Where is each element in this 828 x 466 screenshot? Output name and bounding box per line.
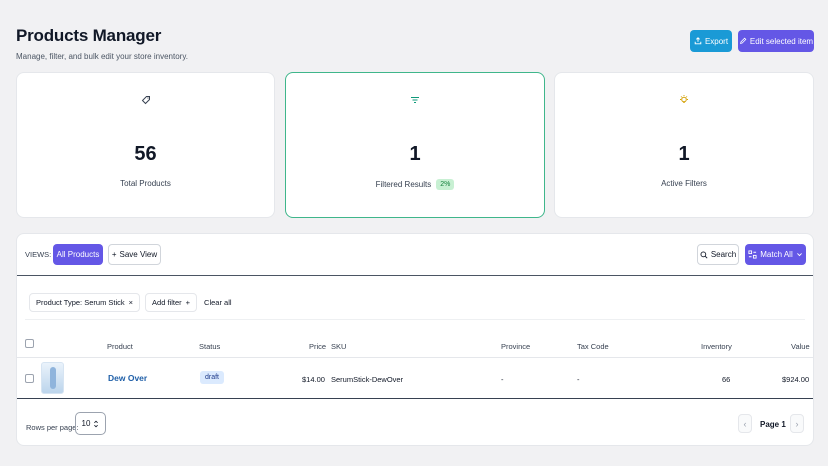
- tax-code-cell: -: [577, 375, 580, 384]
- value-cell: $924.00: [782, 375, 810, 384]
- active-filters-card: 1 Active Filters: [554, 72, 814, 218]
- total-products-label: Total Products: [120, 179, 171, 188]
- filter-chip[interactable]: Product Type: Serum Stick ×: [29, 293, 141, 312]
- table-row[interactable]: Dew Over draft $14.00 SerumStick-DewOver…: [17, 358, 813, 399]
- prev-page-button[interactable]: ‹: [738, 414, 752, 433]
- rows-per-page-value: 10: [81, 419, 91, 428]
- column-value[interactable]: Value: [791, 342, 810, 351]
- product-name-link[interactable]: Dew Over: [108, 373, 147, 383]
- chevron-down-icon: [796, 253, 802, 257]
- tag-icon: [141, 93, 151, 107]
- chevron-left-icon: ‹: [743, 418, 747, 429]
- plus-icon: +: [185, 298, 191, 307]
- lightbulb-icon: [678, 93, 690, 107]
- next-page-button[interactable]: ›: [790, 414, 804, 433]
- edit-selected-button[interactable]: Edit selected item: [738, 30, 814, 52]
- views-toolbar: VIEWS: All Products + Save View Search M…: [17, 234, 813, 276]
- save-view-label: Save View: [119, 250, 158, 259]
- active-filters-bar: Product Type: Serum Stick × Add filter +…: [29, 293, 232, 312]
- column-sku[interactable]: SKU: [331, 342, 346, 351]
- total-products-card: 56 Total Products: [16, 72, 275, 218]
- export-button[interactable]: Export: [690, 30, 732, 52]
- column-inventory[interactable]: Inventory: [701, 342, 732, 351]
- status-badge: draft: [200, 371, 225, 384]
- export-icon: [694, 37, 702, 45]
- filtered-results-card: 1 Filtered Results 2%: [285, 72, 545, 218]
- page-subtitle: Manage, filter, and bulk edit your store…: [16, 52, 188, 61]
- filter-lines-icon: [410, 93, 420, 107]
- sku-cell: SerumStick-DewOver: [331, 375, 404, 384]
- add-filter-label: Add filter: [152, 298, 182, 307]
- column-product[interactable]: Product: [107, 342, 133, 351]
- all-products-view-button[interactable]: All Products: [53, 244, 103, 265]
- match-all-dropdown[interactable]: Match All: [745, 244, 806, 265]
- row-checkbox[interactable]: [25, 374, 34, 383]
- filtered-results-value: 1: [409, 143, 421, 165]
- close-icon[interactable]: ×: [129, 298, 133, 307]
- product-thumbnail: [41, 362, 64, 394]
- page-title: Products Manager: [16, 26, 162, 45]
- table-header: Product Status Price SKU Province Tax Co…: [17, 334, 813, 358]
- views-label: VIEWS:: [25, 250, 52, 259]
- page-header: Products Manager Manage, filter, and bul…: [16, 26, 188, 61]
- plus-icon: +: [111, 250, 117, 259]
- all-products-label: All Products: [56, 250, 100, 259]
- search-label: Search: [710, 250, 737, 259]
- chevron-right-icon: ›: [795, 418, 799, 429]
- chevron-updown-icon: [94, 420, 99, 427]
- column-province[interactable]: Province: [501, 342, 530, 351]
- edit-selected-label: Edit selected item: [749, 36, 814, 46]
- rows-per-page-label: Rows per page:: [26, 423, 79, 432]
- total-products-value: 56: [134, 143, 157, 165]
- column-price[interactable]: Price: [309, 342, 326, 351]
- clear-all-link[interactable]: Clear all: [204, 298, 232, 307]
- search-button[interactable]: Search: [697, 244, 739, 265]
- column-status[interactable]: Status: [199, 342, 220, 351]
- active-filters-value: 1: [678, 143, 690, 165]
- pencil-icon: [739, 37, 747, 44]
- inventory-cell: 66: [722, 375, 731, 384]
- province-cell: -: [501, 375, 504, 384]
- active-filters-label: Active Filters: [661, 179, 707, 188]
- match-all-label: Match All: [760, 250, 793, 259]
- match-icon: [748, 250, 757, 259]
- save-view-button[interactable]: + Save View: [108, 244, 161, 265]
- add-filter-button[interactable]: Add filter +: [145, 293, 198, 312]
- select-all-checkbox[interactable]: [25, 339, 34, 348]
- page-indicator: Page 1: [760, 420, 786, 429]
- divider: [25, 319, 805, 320]
- search-icon: [700, 251, 708, 259]
- export-label: Export: [704, 36, 729, 46]
- filtered-results-label: Filtered Results: [375, 180, 432, 189]
- filter-chip-label: Product Type: Serum Stick: [36, 298, 125, 307]
- filtered-percent-badge: 2%: [436, 179, 455, 190]
- column-tax-code[interactable]: Tax Code: [577, 342, 609, 351]
- price-cell: $14.00: [302, 375, 325, 384]
- rows-per-page-select[interactable]: 10: [75, 412, 106, 435]
- products-panel: VIEWS: All Products + Save View Search M…: [16, 233, 814, 446]
